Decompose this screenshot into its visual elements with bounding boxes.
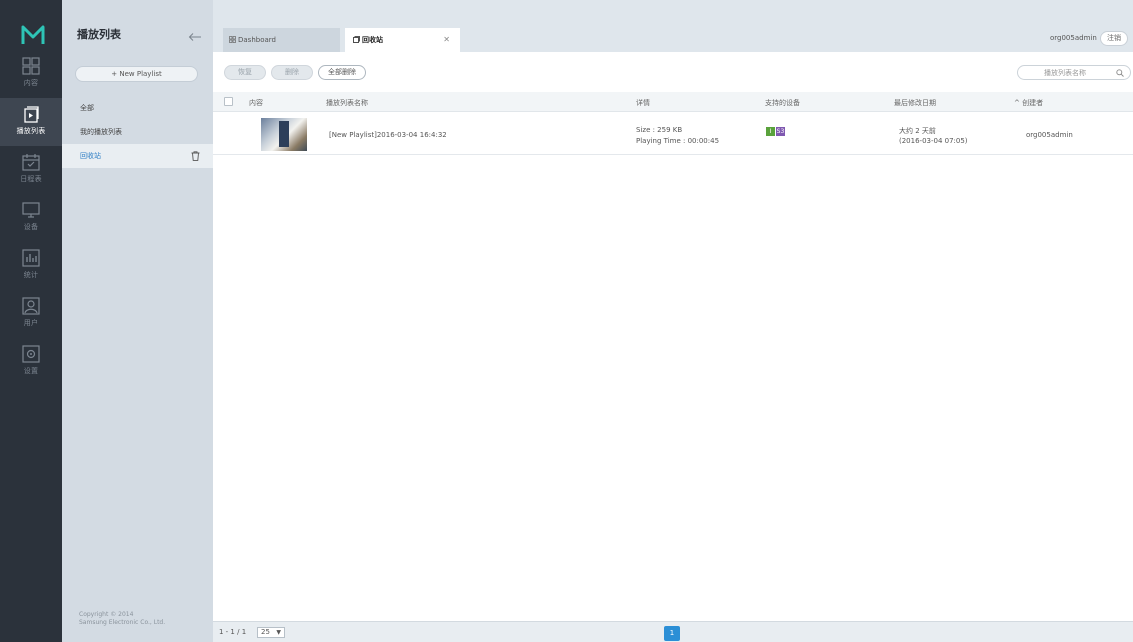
rail-item-content[interactable]: 内容	[0, 50, 62, 98]
select-all-checkbox[interactable]	[224, 97, 233, 106]
modified-date: (2016-03-04 07:05)	[899, 137, 968, 145]
tab-label: 回收站	[362, 36, 383, 44]
device-icon	[22, 202, 40, 218]
playlist-thumbnail	[261, 118, 307, 151]
rail-item-label: 设备	[23, 223, 39, 231]
page-button-current[interactable]: 1	[664, 626, 680, 641]
tab-bar: Dashboard 回收站 ✕ org005admin 注销	[213, 0, 1133, 52]
rail-item-label: 日程表	[20, 175, 42, 183]
device-badge-s3: S3	[776, 127, 785, 136]
rail-item-label: 设置	[23, 367, 39, 375]
logout-button[interactable]: 注销	[1100, 31, 1128, 46]
schedule-icon	[22, 154, 40, 171]
playlist-icon	[24, 106, 39, 123]
copyright-text: Copyright © 2014 Samsung Electronic Co.,…	[79, 611, 165, 627]
playlist-icon	[353, 36, 360, 43]
search-icon[interactable]	[1116, 69, 1124, 77]
playlist-name[interactable]: [New Playlist]2016-03-04 16:4:32	[329, 131, 447, 139]
table-header: 内容 播放列表名称 详情 支持的设备 最后修改日期 ^ 创建者	[213, 92, 1133, 112]
rail-item-schedule[interactable]: 日程表	[0, 146, 62, 194]
column-header-label: 创建者	[1022, 99, 1044, 107]
column-header-creator[interactable]: ^ 创建者	[1014, 98, 1043, 108]
tab-label: Dashboard	[238, 36, 276, 44]
magicinfo-logo-icon[interactable]	[21, 24, 45, 46]
user-icon	[22, 297, 40, 315]
pagination-bar: 1 - 1 / 1 25 ▼ 1	[213, 621, 1133, 642]
rail-item-label: 播放列表	[16, 127, 46, 135]
search-input[interactable]: 播放列表名称	[1017, 65, 1131, 80]
delete-all-button[interactable]: 全部删除	[318, 65, 366, 80]
delete-button[interactable]: 删除	[271, 65, 313, 80]
playlist-playing-time: Playing Time : 00:00:45	[636, 137, 720, 145]
tab-dashboard[interactable]: Dashboard	[223, 28, 340, 52]
panel-item-all[interactable]: 全部	[62, 96, 213, 120]
search-placeholder: 播放列表名称	[1044, 69, 1086, 77]
restore-button[interactable]: 恢复	[224, 65, 266, 80]
modified-relative: 大约 2 天前	[899, 127, 936, 135]
tab-recycle-bin[interactable]: 回收站 ✕	[345, 28, 460, 52]
rail-item-label: 用户	[23, 319, 39, 327]
creator-name: org005admin	[1026, 131, 1073, 139]
settings-icon	[22, 345, 40, 363]
column-header-details[interactable]: 详情	[636, 98, 650, 108]
column-header-content[interactable]: 内容	[249, 98, 263, 108]
main-content: Dashboard 回收站 ✕ org005admin 注销 恢复 删除 全部删…	[213, 0, 1133, 642]
app-window: 内容 播放列表 日程表 设备 统计 用户 设置 播放列表 + New Playl…	[0, 0, 1133, 642]
trash-icon[interactable]	[191, 151, 200, 161]
page-size-value: 25	[261, 628, 270, 636]
dashboard-icon	[229, 36, 236, 43]
device-badges: I S3	[766, 127, 786, 136]
new-playlist-button[interactable]: + New Playlist	[75, 66, 198, 82]
rail-item-statistics[interactable]: 统计	[0, 242, 62, 290]
rail-item-user[interactable]: 用户	[0, 290, 62, 338]
rail-item-label: 内容	[23, 79, 39, 87]
copyright-line: Samsung Electronic Co., Ltd.	[79, 619, 166, 626]
close-tab-icon[interactable]: ✕	[443, 28, 450, 52]
rail-item-label: 统计	[23, 271, 39, 279]
chevron-down-icon: ▼	[276, 629, 281, 636]
page-size-select[interactable]: 25 ▼	[257, 627, 285, 638]
rail-item-playlist[interactable]: 播放列表	[0, 98, 62, 146]
content-grid-icon	[22, 57, 40, 75]
table-row[interactable]: [New Playlist]2016-03-04 16:4:32 Size : …	[213, 113, 1133, 155]
playlist-size: Size : 259 KB	[636, 126, 683, 134]
column-header-name[interactable]: 播放列表名称	[326, 98, 368, 108]
panel-item-my-playlists[interactable]: 我的播放列表	[62, 120, 213, 144]
username-label: org005admin	[1050, 34, 1097, 42]
panel-item-label: 回收站	[80, 152, 101, 160]
sort-ascending-icon: ^	[1014, 99, 1023, 107]
rail-item-device[interactable]: 设备	[0, 194, 62, 242]
copyright-line: Copyright © 2014	[79, 611, 134, 618]
page-range: 1 - 1 / 1	[219, 628, 247, 636]
device-badge-i: I	[766, 127, 775, 136]
column-header-devices[interactable]: 支持的设备	[765, 98, 800, 108]
column-header-modified[interactable]: 最后修改日期	[894, 98, 936, 108]
panel-title: 播放列表	[77, 28, 121, 41]
icon-rail: 内容 播放列表 日程表 设备 统计 用户 设置	[0, 0, 62, 642]
collapse-arrow-icon[interactable]	[188, 32, 202, 42]
rail-item-settings[interactable]: 设置	[0, 338, 62, 386]
playlist-side-panel: 播放列表 + New Playlist 全部 我的播放列表 回收站 Copyri…	[62, 0, 213, 642]
statistics-icon	[22, 249, 40, 267]
panel-item-recycle-bin[interactable]: 回收站	[62, 144, 213, 168]
